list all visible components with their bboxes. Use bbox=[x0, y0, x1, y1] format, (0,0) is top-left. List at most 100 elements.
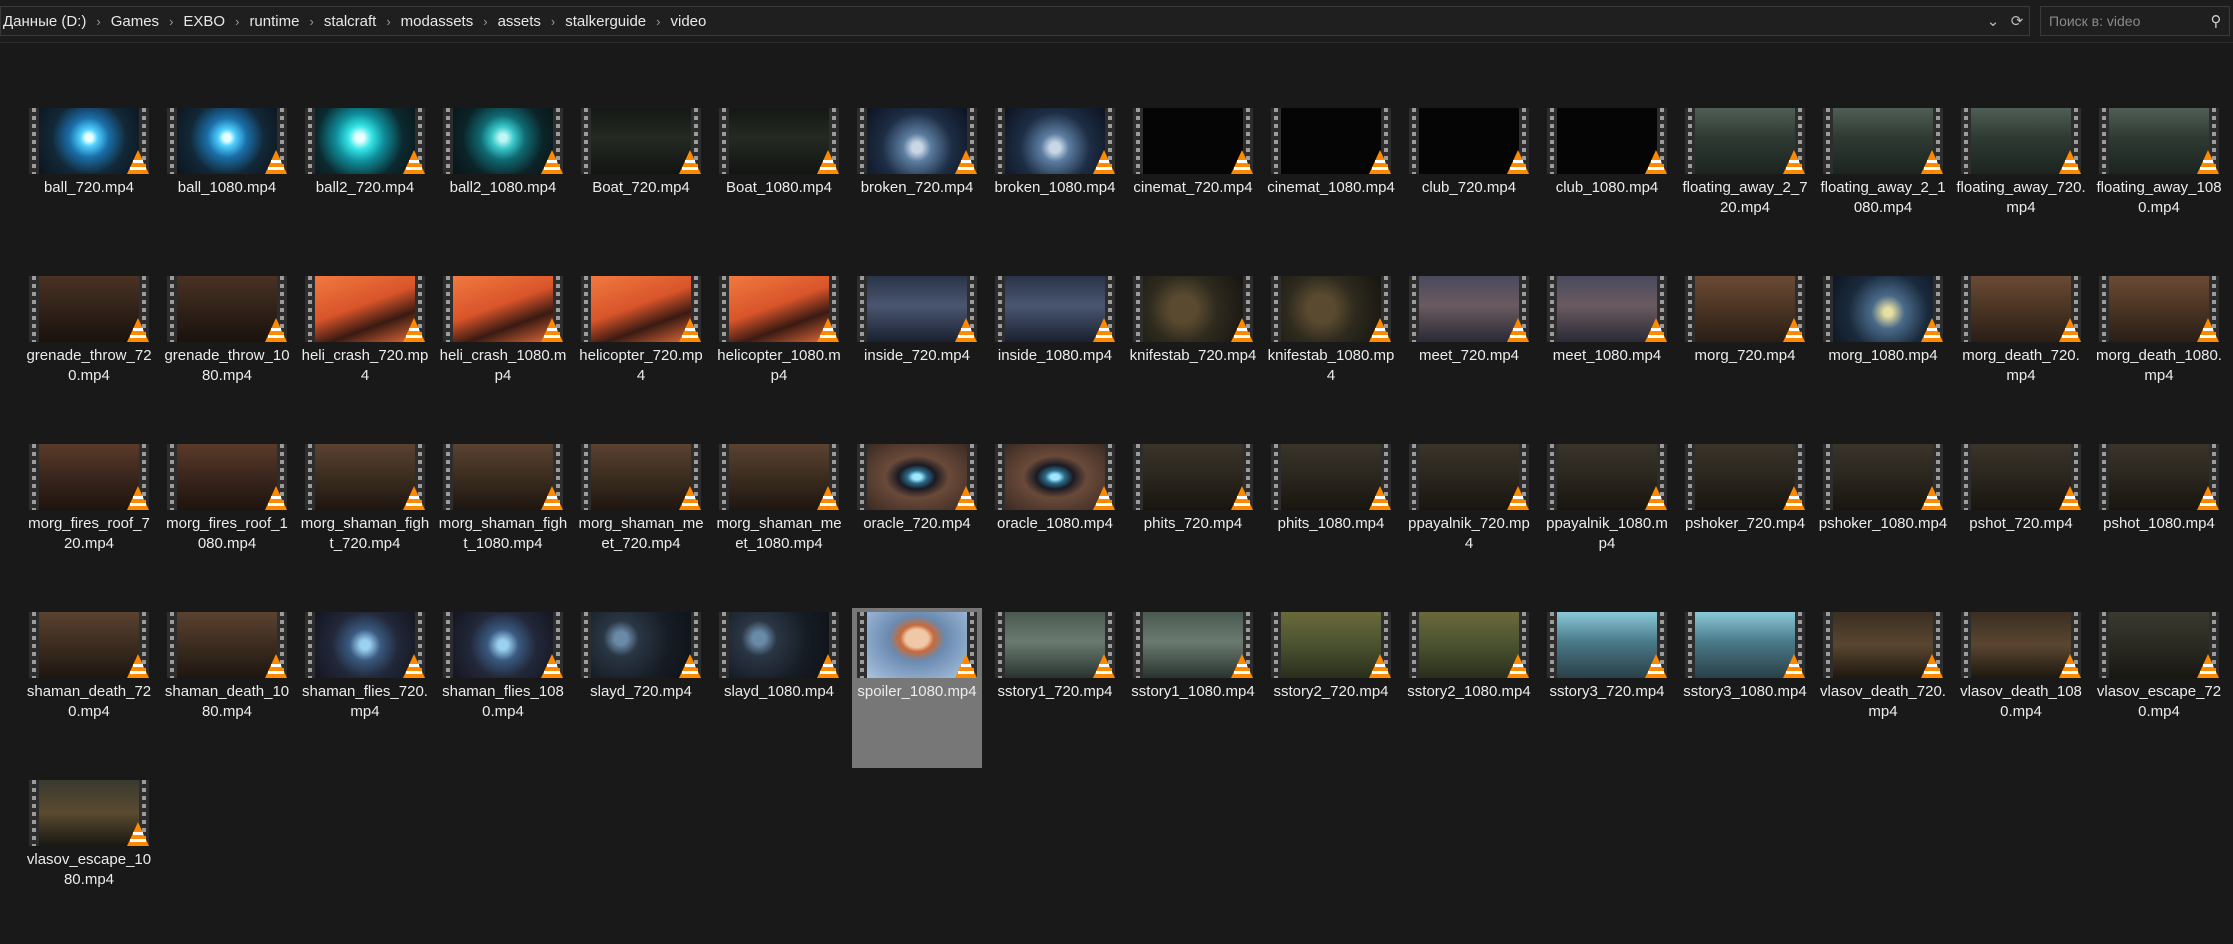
breadcrumb-separator-icon[interactable]: › bbox=[92, 14, 104, 29]
file-item[interactable]: morg_shaman_meet_720.mp4 bbox=[576, 440, 706, 600]
file-item[interactable]: vlasov_death_720.mp4 bbox=[1818, 608, 1948, 768]
breadcrumb-separator-icon[interactable]: › bbox=[652, 14, 664, 29]
file-item[interactable]: sstory3_720.mp4 bbox=[1542, 608, 1672, 768]
video-thumbnail bbox=[1823, 612, 1943, 678]
breadcrumb-separator-icon[interactable]: › bbox=[547, 14, 559, 29]
vlc-cone-icon bbox=[679, 318, 701, 342]
file-item[interactable]: ppayalnik_720.mp4 bbox=[1404, 440, 1534, 600]
file-item[interactable]: cinemat_720.mp4 bbox=[1128, 104, 1258, 264]
file-item[interactable]: phits_720.mp4 bbox=[1128, 440, 1258, 600]
vlc-cone-icon bbox=[1093, 318, 1115, 342]
file-item[interactable]: sstory1_1080.mp4 bbox=[1128, 608, 1258, 768]
file-item[interactable]: helicopter_720.mp4 bbox=[576, 272, 706, 432]
file-item[interactable]: spoiler_1080.mp4 bbox=[852, 608, 982, 768]
file-item[interactable]: pshoker_720.mp4 bbox=[1680, 440, 1810, 600]
file-item[interactable]: pshot_1080.mp4 bbox=[2094, 440, 2224, 600]
breadcrumb-item[interactable]: Данные (D:) bbox=[1, 13, 92, 30]
file-item[interactable]: morg_shaman_meet_1080.mp4 bbox=[714, 440, 844, 600]
file-item[interactable]: Boat_720.mp4 bbox=[576, 104, 706, 264]
file-item[interactable]: sstory1_720.mp4 bbox=[990, 608, 1120, 768]
file-item[interactable]: morg_1080.mp4 bbox=[1818, 272, 1948, 432]
file-item[interactable]: club_720.mp4 bbox=[1404, 104, 1534, 264]
address-bar[interactable]: Данные (D:) › Games › EXBO › runtime › stalcraft… bbox=[0, 6, 2030, 36]
search-icon[interactable]: ⚲ bbox=[2203, 12, 2229, 30]
video-thumbnail bbox=[29, 108, 149, 174]
file-name: slayd_1080.mp4 bbox=[723, 683, 835, 700]
file-item[interactable]: meet_720.mp4 bbox=[1404, 272, 1534, 432]
file-item[interactable]: Boat_1080.mp4 bbox=[714, 104, 844, 264]
breadcrumb-separator-icon[interactable]: › bbox=[305, 14, 317, 29]
file-item[interactable]: ball_1080.mp4 bbox=[162, 104, 292, 264]
breadcrumb-separator-icon[interactable]: › bbox=[165, 14, 177, 29]
file-item[interactable]: ppayalnik_1080.mp4 bbox=[1542, 440, 1672, 600]
video-frame bbox=[177, 612, 277, 678]
breadcrumb-item[interactable]: stalkerguide bbox=[559, 13, 652, 30]
file-item[interactable]: floating_away_1080.mp4 bbox=[2094, 104, 2224, 264]
file-item[interactable]: oracle_1080.mp4 bbox=[990, 440, 1120, 600]
breadcrumb-separator-icon[interactable]: › bbox=[231, 14, 243, 29]
vlc-cone-icon bbox=[127, 822, 149, 846]
file-item[interactable]: knifestab_720.mp4 bbox=[1128, 272, 1258, 432]
vlc-cone-icon bbox=[2059, 318, 2081, 342]
file-item[interactable]: shaman_death_1080.mp4 bbox=[162, 608, 292, 768]
refresh-icon[interactable]: ⟳ bbox=[2005, 12, 2029, 30]
breadcrumb-item[interactable]: Games bbox=[105, 13, 165, 30]
breadcrumb-item[interactable]: video bbox=[665, 13, 713, 30]
breadcrumb-item[interactable]: assets bbox=[492, 13, 547, 30]
file-item[interactable]: morg_fires_roof_1080.mp4 bbox=[162, 440, 292, 600]
file-item[interactable]: sstory2_1080.mp4 bbox=[1404, 608, 1534, 768]
file-item[interactable]: sstory2_720.mp4 bbox=[1266, 608, 1396, 768]
file-item[interactable]: knifestab_1080.mp4 bbox=[1266, 272, 1396, 432]
breadcrumb-item[interactable]: runtime bbox=[243, 13, 305, 30]
breadcrumb-item[interactable]: EXBO bbox=[177, 13, 231, 30]
file-item[interactable]: ball2_1080.mp4 bbox=[438, 104, 568, 264]
file-item[interactable]: morg_death_1080.mp4 bbox=[2094, 272, 2224, 432]
file-item[interactable]: helicopter_1080.mp4 bbox=[714, 272, 844, 432]
file-item[interactable]: morg_shaman_fight_1080.mp4 bbox=[438, 440, 568, 600]
breadcrumb-item[interactable]: stalcraft bbox=[318, 13, 383, 30]
breadcrumb-separator-icon[interactable]: › bbox=[382, 14, 394, 29]
file-item[interactable]: morg_death_720.mp4 bbox=[1956, 272, 2086, 432]
file-item[interactable]: vlasov_death_1080.mp4 bbox=[1956, 608, 2086, 768]
file-item[interactable]: shaman_death_720.mp4 bbox=[24, 608, 154, 768]
search-input[interactable] bbox=[2041, 12, 2203, 30]
file-item[interactable]: slayd_1080.mp4 bbox=[714, 608, 844, 768]
file-item[interactable]: vlasov_escape_1080.mp4 bbox=[24, 776, 154, 936]
file-item[interactable]: sstory3_1080.mp4 bbox=[1680, 608, 1810, 768]
chevron-down-icon[interactable]: ⌄ bbox=[1981, 12, 2005, 30]
breadcrumb-item[interactable]: modassets bbox=[395, 13, 480, 30]
file-item[interactable]: vlasov_escape_720.mp4 bbox=[2094, 608, 2224, 768]
file-item[interactable]: cinemat_1080.mp4 bbox=[1266, 104, 1396, 264]
file-item[interactable]: ball2_720.mp4 bbox=[300, 104, 430, 264]
file-item[interactable]: grenade_throw_1080.mp4 bbox=[162, 272, 292, 432]
file-item[interactable]: shaman_flies_720.mp4 bbox=[300, 608, 430, 768]
file-item[interactable]: inside_1080.mp4 bbox=[990, 272, 1120, 432]
search-box[interactable]: ⚲ bbox=[2040, 6, 2230, 36]
file-item[interactable]: floating_away_720.mp4 bbox=[1956, 104, 2086, 264]
file-item[interactable]: morg_shaman_fight_720.mp4 bbox=[300, 440, 430, 600]
file-item[interactable]: broken_1080.mp4 bbox=[990, 104, 1120, 264]
file-item[interactable]: slayd_720.mp4 bbox=[576, 608, 706, 768]
file-item[interactable]: floating_away_2_1080.mp4 bbox=[1818, 104, 1948, 264]
file-item[interactable]: morg_720.mp4 bbox=[1680, 272, 1810, 432]
file-item[interactable]: inside_720.mp4 bbox=[852, 272, 982, 432]
film-strip-icon bbox=[857, 108, 867, 174]
film-strip-icon bbox=[29, 780, 39, 846]
file-item[interactable]: ball_720.mp4 bbox=[24, 104, 154, 264]
video-frame bbox=[177, 444, 277, 510]
video-frame bbox=[867, 612, 967, 678]
file-item[interactable]: pshot_720.mp4 bbox=[1956, 440, 2086, 600]
file-item[interactable]: morg_fires_roof_720.mp4 bbox=[24, 440, 154, 600]
file-item[interactable]: shaman_flies_1080.mp4 bbox=[438, 608, 568, 768]
file-item[interactable]: broken_720.mp4 bbox=[852, 104, 982, 264]
breadcrumb-separator-icon[interactable]: › bbox=[479, 14, 491, 29]
file-item[interactable]: oracle_720.mp4 bbox=[852, 440, 982, 600]
file-item[interactable]: grenade_throw_720.mp4 bbox=[24, 272, 154, 432]
file-item[interactable]: heli_crash_1080.mp4 bbox=[438, 272, 568, 432]
file-item[interactable]: pshoker_1080.mp4 bbox=[1818, 440, 1948, 600]
file-item[interactable]: meet_1080.mp4 bbox=[1542, 272, 1672, 432]
file-item[interactable]: phits_1080.mp4 bbox=[1266, 440, 1396, 600]
file-item[interactable]: heli_crash_720.mp4 bbox=[300, 272, 430, 432]
file-item[interactable]: floating_away_2_720.mp4 bbox=[1680, 104, 1810, 264]
file-item[interactable]: club_1080.mp4 bbox=[1542, 104, 1672, 264]
